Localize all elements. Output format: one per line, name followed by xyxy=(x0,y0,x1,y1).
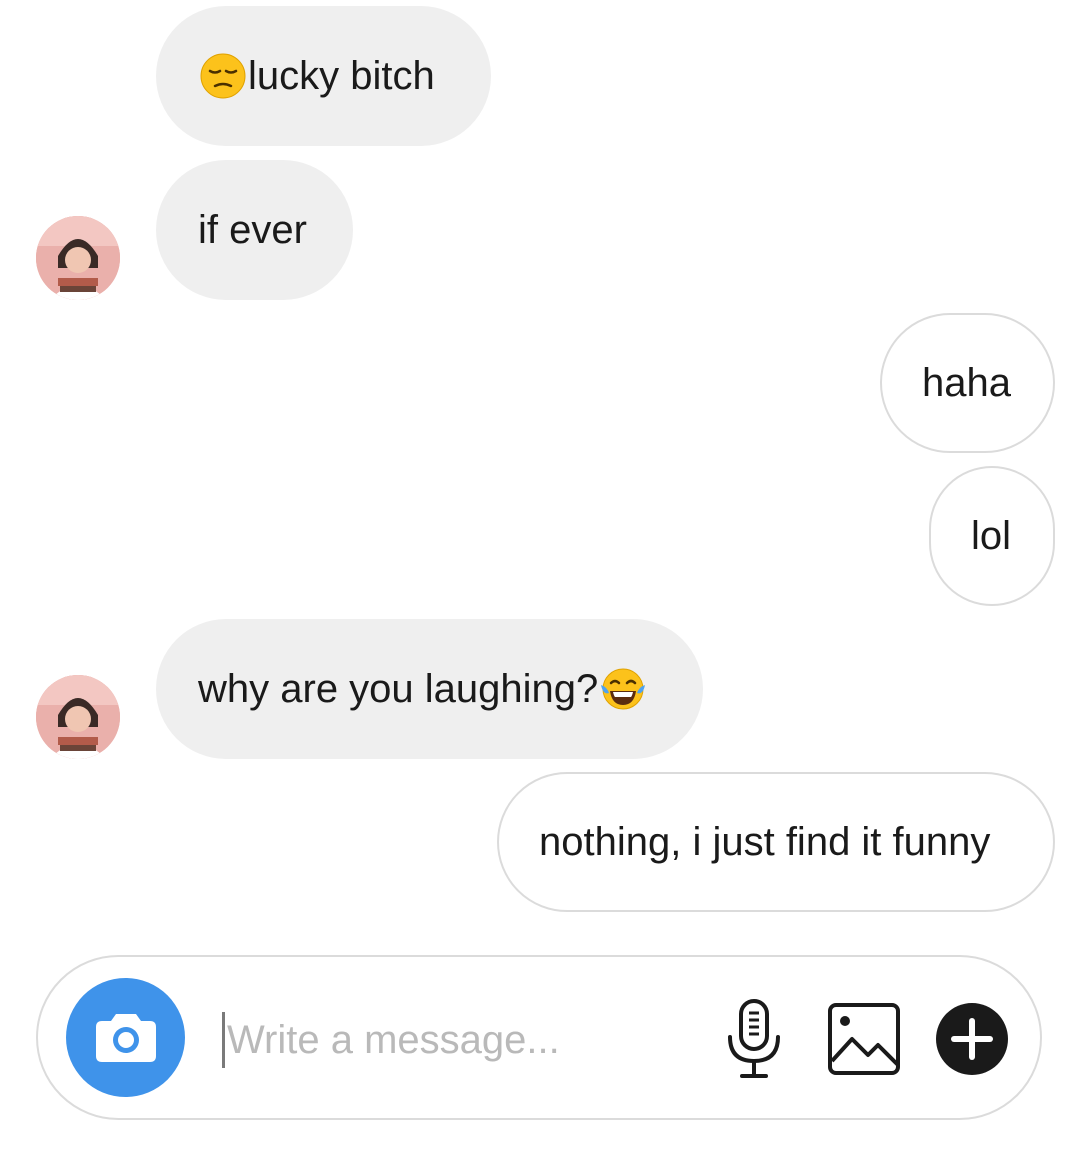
message-text: lucky bitch xyxy=(248,53,435,98)
message-composer xyxy=(36,955,1042,1120)
avatar[interactable] xyxy=(36,216,120,300)
message-input[interactable] xyxy=(222,1012,677,1068)
gallery-button[interactable] xyxy=(826,1001,902,1077)
message-bubble-outgoing[interactable]: nothing, i just find it funny xyxy=(497,772,1055,912)
message-text: if ever xyxy=(198,207,307,252)
more-options-button[interactable] xyxy=(934,1001,1010,1077)
message-text: why are you laughing? xyxy=(198,666,599,711)
message-bubble-incoming[interactable]: lucky bitch xyxy=(156,6,491,146)
avatar[interactable] xyxy=(36,675,120,759)
voice-message-button[interactable] xyxy=(724,997,784,1081)
message-bubble-outgoing[interactable]: lol xyxy=(929,466,1055,606)
message-text: lol xyxy=(971,513,1012,558)
message-text: nothing, i just find it funny xyxy=(539,819,991,864)
message-text: haha xyxy=(922,360,1011,405)
camera-icon xyxy=(95,1013,156,1062)
tears-of-joy-emoji xyxy=(598,664,648,714)
camera-button[interactable] xyxy=(66,978,185,1097)
message-bubble-outgoing[interactable]: haha xyxy=(880,313,1055,453)
plus-icon xyxy=(936,1003,1008,1075)
microphone-icon xyxy=(728,999,780,1078)
pensive-face-emoji xyxy=(198,51,248,101)
message-bubble-incoming[interactable]: if ever xyxy=(156,160,353,300)
message-thread: lucky bitch if ever haha lol why are you… xyxy=(0,0,1079,940)
message-bubble-incoming[interactable]: why are you laughing? xyxy=(156,619,703,759)
gallery-icon xyxy=(828,1003,900,1075)
